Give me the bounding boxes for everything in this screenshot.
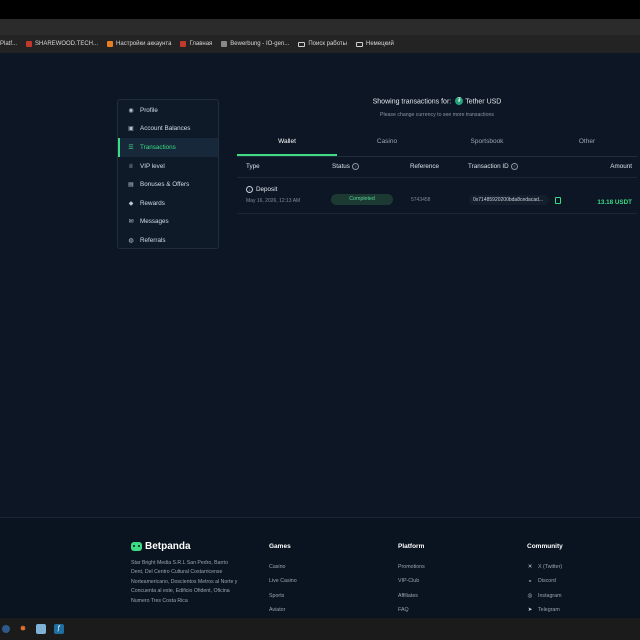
tab-wallet[interactable]: Wallet [237, 134, 337, 156]
table-header: Type Status? Reference Transaction ID? A… [237, 158, 632, 176]
footer-platform-title: Platform [398, 543, 425, 550]
sidebar-item-messages[interactable]: ✉ Messages [118, 213, 218, 232]
help-icon[interactable]: ? [351, 163, 359, 170]
brand-logo[interactable]: Betpanda [131, 541, 191, 552]
bookmarks-bar: Platf... SHAREWOOD.TECH... Настройки акк… [0, 35, 640, 53]
company-address: Star Bright Media S.R.L San Pedro, Barri… [131, 560, 238, 604]
spark-taskbar-icon[interactable]: ✸ [18, 624, 28, 634]
deposit-arrow-icon: ↓ [246, 186, 253, 193]
trophy-icon: ♕ [128, 163, 134, 170]
bookmark-account-settings[interactable]: Настройки аккаунта [107, 41, 171, 47]
tab-other[interactable]: Other [537, 134, 637, 156]
currency-selector[interactable]: Tether USD [465, 98, 501, 105]
folder-icon [355, 41, 363, 47]
app-taskbar-icon[interactable]: ƒ [54, 624, 64, 634]
tabs-divider [237, 156, 637, 157]
instagram-icon: ◎ [527, 593, 533, 599]
transaction-date: May 16, 2026, 12:13 AM [246, 198, 301, 204]
table-row: ↓ Deposit May 16, 2026, 12:13 AM Complete… [237, 179, 637, 213]
telegram-icon: ➤ [527, 607, 533, 613]
footer-link-promotions[interactable]: Promotions [398, 564, 425, 570]
sharewood-favicon-icon [26, 41, 33, 47]
footer-link-aviator[interactable]: Aviator [269, 607, 285, 613]
sidebar-item-referrals[interactable]: ◍ Referrals [118, 231, 218, 250]
copy-icon[interactable] [555, 197, 561, 204]
account-sidebar: ◉ Profile ▣ Account Balances ☰ Transactions… [117, 99, 219, 249]
sidebar-item-bonuses-offers[interactable]: ▤ Bonuses & Offers [118, 175, 218, 194]
column-reference: Reference [410, 163, 440, 170]
tether-icon: ₮ [455, 97, 464, 105]
page-background [0, 53, 640, 517]
envelope-icon: ✉ [128, 219, 134, 226]
sidebar-item-profile[interactable]: ◉ Profile [118, 101, 218, 120]
transaction-amount: 13.18 USDT [597, 199, 632, 206]
home-favicon-icon [180, 41, 187, 47]
bookmark-platf[interactable]: Platf... [0, 41, 17, 47]
browser-top-strip [0, 0, 640, 19]
footer-link-discord[interactable]: ◒ Discord [527, 578, 556, 584]
gift-icon: ▤ [128, 182, 134, 189]
row-divider [237, 213, 637, 214]
tab-sportsbook[interactable]: Sportsbook [437, 134, 537, 156]
people-icon: ◍ [128, 237, 134, 244]
ticket-icon: ◆ [128, 200, 134, 207]
sidebar-item-transactions[interactable]: ☰ Transactions [118, 138, 218, 157]
footer-link-x-twitter[interactable]: ✕ X (Twitter) [527, 564, 562, 570]
bookmark-german[interactable]: Немецкий [355, 41, 394, 47]
footer-games-title: Games [269, 543, 291, 550]
wallet-icon: ▣ [128, 126, 134, 133]
user-circle-icon: ◉ [128, 107, 134, 114]
transactions-heading: Showing transactions for: ₮ Tether USD [372, 97, 502, 106]
discord-icon: ◒ [528, 578, 532, 584]
footer-link-sports[interactable]: Sports [269, 593, 284, 599]
footer-link-affiliates[interactable]: Affiliates [398, 593, 418, 599]
bewerbung-favicon-icon [221, 41, 228, 47]
transaction-id: 0x71485920200bda8cedacad... [469, 195, 549, 205]
footer-link-faq[interactable]: FAQ [398, 607, 409, 613]
footer-link-instagram[interactable]: ◎ Instagram [527, 593, 562, 599]
browser-toolbar [0, 19, 640, 35]
notes-taskbar-icon[interactable] [36, 624, 46, 634]
bookmark-home[interactable]: Главная [180, 41, 212, 47]
transaction-type: ↓ Deposit [246, 186, 277, 193]
footer-link-casino[interactable]: Casino [269, 564, 286, 570]
column-status: Status? [332, 163, 359, 170]
footer-link-telegram[interactable]: ➤ Telegram [527, 607, 560, 613]
x-twitter-icon: ✕ [527, 564, 533, 570]
folder-icon [298, 41, 306, 47]
column-amount: Amount [610, 163, 632, 170]
footer-link-live-casino[interactable]: Live Casino [269, 578, 297, 584]
status-badge: Completed [331, 194, 393, 205]
footer-community-title: Community [527, 543, 563, 550]
transaction-reference: 5743458 [411, 197, 431, 203]
transaction-tabs: Wallet Casino Sportsbook Other [237, 134, 637, 156]
account-favicon-icon [107, 41, 114, 47]
sidebar-item-vip-level[interactable]: ♕ VIP level [118, 157, 218, 176]
bookmark-bewerbung[interactable]: Bewerbung - IO-gen... [221, 41, 289, 47]
column-transaction-id: Transaction ID? [468, 163, 518, 170]
sidebar-item-rewards[interactable]: ◆ Rewards [118, 194, 218, 213]
bookmark-job-search[interactable]: Поиск работы [298, 41, 347, 47]
bookmark-sharewood[interactable]: SHAREWOOD.TECH... [26, 41, 98, 47]
footer-link-vip-club[interactable]: VIP-Club [398, 578, 419, 584]
tab-casino[interactable]: Casino [337, 134, 437, 156]
column-type: Type [246, 163, 260, 170]
currency-hint: Please change currency to see more trans… [380, 112, 494, 118]
os-taskbar: ✸ ƒ [0, 618, 640, 640]
help-icon[interactable]: ? [510, 163, 518, 170]
table-header-divider [237, 177, 637, 178]
sidebar-item-account-balances[interactable]: ▣ Account Balances [118, 120, 218, 139]
list-icon: ☰ [128, 144, 134, 151]
panda-logo-icon [131, 542, 142, 551]
browser-taskbar-icon[interactable] [2, 625, 10, 633]
